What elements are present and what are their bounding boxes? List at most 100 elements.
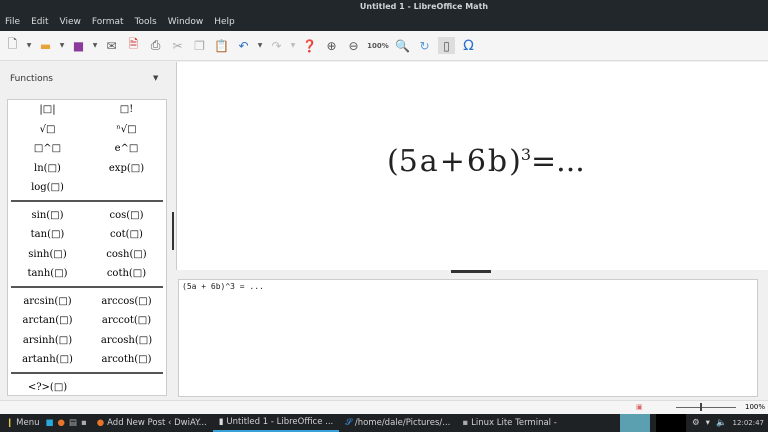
element-row: sinh(□) cosh(□) — [8, 245, 166, 265]
files-icon[interactable]: ▤ — [69, 418, 77, 428]
element-row: ln(□) exp(□) — [8, 159, 166, 179]
splitter-grip[interactable] — [451, 270, 491, 273]
element-item[interactable]: ⁿ√□ — [87, 124, 166, 135]
zoom-slider-thumb[interactable] — [700, 403, 702, 411]
menu-label: Menu — [16, 418, 40, 428]
element-item[interactable]: cot(□) — [87, 229, 166, 240]
status-bar: ▣ 100% — [0, 400, 768, 414]
formula-view[interactable]: (5a+6b)3=... — [176, 62, 768, 270]
launcher-icon[interactable]: ■ — [45, 418, 53, 428]
export-pdf-icon[interactable]: 🗎 — [125, 37, 142, 54]
element-row: <?>(□) — [8, 378, 166, 398]
taskbar-task[interactable]: ▮ Untitled 1 - LibreOffice ... — [212, 414, 340, 432]
element-item[interactable]: arctan(□) — [8, 315, 87, 326]
element-item[interactable]: arcosh(□) — [87, 335, 166, 346]
menu-tools[interactable]: Tools — [135, 13, 157, 31]
element-item[interactable]: tanh(□) — [8, 268, 87, 279]
zoom-100-button[interactable]: 100% — [367, 37, 389, 54]
menu-view[interactable]: View — [60, 13, 81, 31]
element-item[interactable]: log(□) — [8, 182, 87, 193]
element-item[interactable]: arccot(□) — [87, 315, 166, 326]
element-item[interactable]: sinh(□) — [8, 249, 87, 260]
element-row: arsinh(□) arcosh(□) — [8, 331, 166, 351]
new-icon[interactable]: 🗋 — [4, 37, 21, 54]
clock[interactable]: 12:02:47 — [733, 419, 764, 427]
menu-edit[interactable]: Edit — [31, 13, 48, 31]
element-item[interactable]: tan(□) — [8, 229, 87, 240]
taskbar-task[interactable]: 𝓢/home/dale/Pictures/... — [339, 414, 456, 432]
dropdown-icon[interactable]: ▼ — [290, 37, 296, 54]
sidebar-resize-handle[interactable] — [172, 212, 174, 250]
element-item[interactable]: arsinh(□) — [8, 335, 87, 346]
formula-cursor-icon[interactable]: ▯ — [438, 37, 455, 54]
element-item[interactable]: <?>(□) — [8, 382, 87, 393]
network-icon[interactable]: ⚙ — [692, 418, 700, 428]
element-item[interactable]: artanh(□) — [8, 354, 87, 365]
dropdown-icon[interactable]: ▼ — [92, 37, 98, 54]
undo-icon[interactable]: ↶ — [235, 37, 252, 54]
element-item[interactable]: |□| — [8, 104, 87, 115]
elements-sidebar: Functions ▼ |□| □! √□ ⁿ√□ □^□ e^□ ln(□) exp(□) l… — [0, 62, 172, 400]
taskbar: ❙ Menu ■ ● ▤ ▪ ● Add New Post ‹ DwiAY... ▮ U… — [0, 414, 768, 432]
element-item[interactable]: sin(□) — [8, 210, 87, 221]
dropdown-icon[interactable]: ▼ — [26, 37, 32, 54]
element-item[interactable]: □! — [87, 104, 166, 115]
element-row: √□ ⁿ√□ — [8, 120, 166, 140]
element-item[interactable]: arcoth(□) — [87, 354, 166, 365]
symbols-icon[interactable]: Ω — [460, 37, 477, 54]
email-icon[interactable]: ✉ — [103, 37, 120, 54]
save-icon[interactable]: ■ — [70, 37, 87, 54]
open-icon[interactable]: ▬ — [37, 37, 54, 54]
zoom-slider[interactable] — [676, 407, 736, 408]
element-item[interactable]: exp(□) — [87, 163, 166, 174]
menu-icon: ❙ — [6, 418, 14, 428]
element-row: tanh(□) coth(□) — [8, 264, 166, 284]
zoom-in-icon[interactable]: ⊕ — [323, 37, 340, 54]
firefox-icon[interactable]: ● — [58, 418, 65, 428]
element-item[interactable]: coth(□) — [87, 268, 166, 279]
cut-icon[interactable]: ✂ — [169, 37, 186, 54]
element-item[interactable]: ln(□) — [8, 163, 87, 174]
element-item[interactable]: □^□ — [8, 143, 87, 154]
menu-format[interactable]: Format — [92, 13, 124, 31]
menu-file[interactable]: File — [5, 13, 20, 31]
modified-icon: ▣ — [636, 403, 643, 411]
menu-window[interactable]: Window — [168, 13, 204, 31]
terminal-icon[interactable]: ▪ — [81, 418, 87, 428]
workspace-1[interactable] — [620, 414, 651, 432]
copy-icon[interactable]: ❐ — [191, 37, 208, 54]
taskbar-task[interactable]: ● Add New Post ‹ DwiAY... — [91, 414, 213, 432]
dropdown-icon[interactable]: ▼ — [59, 37, 65, 54]
show-all-icon[interactable]: 🔍 — [394, 37, 411, 54]
wifi-icon[interactable]: ▾ — [706, 418, 710, 428]
status-zoom[interactable]: 100% — [745, 403, 765, 411]
element-row: |□| □! — [8, 100, 166, 120]
zoom-out-icon[interactable]: ⊖ — [345, 37, 362, 54]
taskbar-task[interactable]: ▪ Linux Lite Terminal - — [456, 414, 562, 432]
paste-icon[interactable]: 📋 — [213, 37, 230, 54]
element-item[interactable]: √□ — [8, 124, 87, 135]
redo-icon[interactable]: ↷ — [268, 37, 285, 54]
element-item[interactable]: arcsin(□) — [8, 296, 87, 307]
element-item[interactable]: cosh(□) — [87, 249, 166, 260]
app-icon: ▪ — [462, 418, 469, 428]
element-item[interactable]: arccos(□) — [87, 296, 166, 307]
update-icon[interactable]: ↻ — [416, 37, 433, 54]
sidebar-title: Functions — [10, 74, 53, 84]
start-menu-button[interactable]: ❙ Menu — [0, 414, 45, 432]
command-editor[interactable]: (5a + 6b)^3 = ... — [178, 279, 758, 397]
workspace-2[interactable] — [656, 414, 687, 432]
volume-icon[interactable]: 🔈 — [716, 418, 727, 428]
help-icon[interactable]: ❓ — [301, 37, 318, 54]
dropdown-icon[interactable]: ▼ — [257, 37, 263, 54]
element-item[interactable]: cos(□) — [87, 210, 166, 221]
app-icon: ▮ — [218, 417, 224, 427]
chevron-down-icon[interactable]: ▼ — [153, 74, 158, 82]
element-row: arcsin(□) arccos(□) — [8, 292, 166, 312]
formula-exponent: 3 — [520, 145, 532, 164]
print-icon[interactable]: ⎙ — [147, 37, 164, 54]
view-splitter[interactable] — [176, 270, 768, 278]
group-separator — [11, 285, 163, 288]
element-item[interactable]: e^□ — [87, 143, 166, 154]
menu-help[interactable]: Help — [214, 13, 235, 31]
